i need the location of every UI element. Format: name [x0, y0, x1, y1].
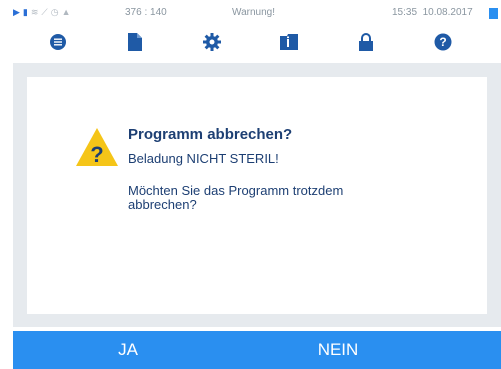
- status-message: Warnung!: [232, 7, 275, 18]
- toolbar-help-button[interactable]: ?: [413, 26, 473, 58]
- chart-icon: ⟋: [41, 7, 48, 17]
- info-folder-icon: [279, 34, 298, 50]
- signal-icon: ≋: [30, 7, 39, 17]
- document-icon: [128, 33, 143, 51]
- toolbar-info-button[interactable]: [259, 26, 319, 58]
- status-counter: 376 : 140: [125, 7, 167, 18]
- confirm-dialog: ? Programm abbrechen? Beladung NICHT STE…: [27, 77, 487, 314]
- toolbar: ?: [0, 26, 501, 58]
- toolbar-list-button[interactable]: [28, 26, 88, 58]
- status-time: 15:35: [392, 7, 418, 18]
- no-button[interactable]: NEIN: [283, 331, 393, 369]
- help-icon: ?: [434, 33, 452, 51]
- toolbar-document-button[interactable]: [105, 26, 165, 58]
- status-bar: ▶ ▮ ≋ ⟋ ◷ ▲ 376 : 140 Warnung! 15:35 10.…: [0, 0, 501, 26]
- document-icon: ▮: [22, 7, 28, 17]
- lock-icon: [358, 33, 373, 51]
- svg-text:?: ?: [439, 35, 446, 49]
- dialog-warning-text: Beladung NICHT STERIL!: [128, 151, 279, 166]
- toolbar-settings-button[interactable]: [182, 26, 242, 58]
- dialog-title: Programm abbrechen?: [128, 126, 293, 143]
- list-icon: [50, 34, 67, 50]
- dialog-question-text: Möchten Sie das Programm trotzdem abbrec…: [128, 183, 344, 212]
- action-bar: JA NEIN: [13, 331, 501, 369]
- status-indicator: [489, 8, 498, 19]
- clock-icon: ◷: [50, 7, 59, 17]
- lock-icon: ▲: [61, 7, 71, 17]
- status-date: 10.08.2017: [422, 7, 473, 18]
- yes-button[interactable]: JA: [73, 331, 183, 369]
- warning-icon: ?: [76, 128, 118, 167]
- screen: ▶ ▮ ≋ ⟋ ◷ ▲ 376 : 140 Warnung! 15:35 10.…: [0, 0, 501, 369]
- play-icon: ▶: [13, 7, 20, 17]
- status-icons: ▶ ▮ ≋ ⟋ ◷ ▲: [13, 8, 71, 17]
- toolbar-lock-button[interactable]: [336, 26, 396, 58]
- gear-icon: [203, 33, 222, 51]
- status-datetime: 15:35 10.08.2017: [392, 7, 473, 18]
- svg-text:?: ?: [90, 142, 103, 167]
